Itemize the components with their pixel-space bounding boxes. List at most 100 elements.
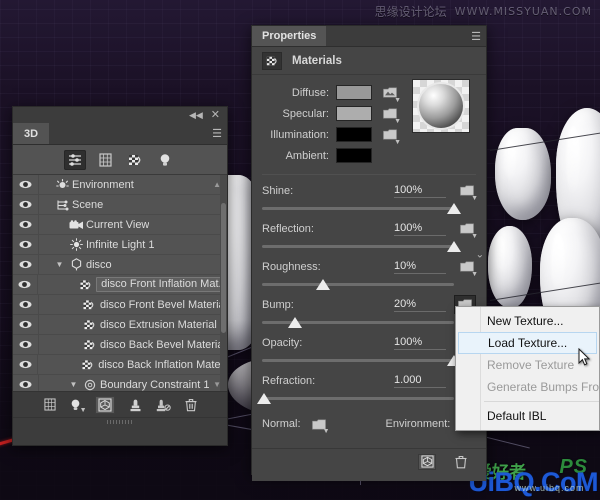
properties-panel: Properties ☰ Materials ⌄ Diffuse: ▼ Spec…: [251, 25, 487, 481]
slider-thumb[interactable]: [287, 317, 302, 328]
folder-icon[interactable]: ▼: [381, 127, 401, 146]
color-row-label: Ambient:: [285, 149, 329, 162]
folder-icon[interactable]: ▼: [458, 221, 478, 240]
slider-value-field[interactable]: 100%: [394, 184, 446, 198]
eye-icon: [19, 320, 32, 329]
slider-thumb[interactable]: [256, 393, 271, 404]
list-item[interactable]: Scene: [13, 195, 227, 215]
caret-down-icon: ▼: [322, 428, 330, 435]
3d-scene-list[interactable]: Environment ▲ Scene Current View Infinite Li…: [13, 175, 227, 391]
render-button[interactable]: [94, 395, 115, 414]
slider-thumb[interactable]: [447, 241, 461, 252]
visibility-toggle[interactable]: [13, 315, 39, 334]
delete-button[interactable]: [452, 454, 470, 470]
hamburger-menu-icon[interactable]: ☰: [466, 26, 486, 46]
folder-icon[interactable]: ▼: [458, 183, 478, 202]
scene-icon: [56, 199, 69, 211]
visibility-toggle[interactable]: [13, 195, 39, 214]
hamburger-menu-icon[interactable]: ☰: [207, 123, 227, 144]
color-swatch[interactable]: [336, 85, 372, 100]
chevron-down-icon[interactable]: ▼: [67, 380, 80, 389]
slider-value-field[interactable]: 100%: [394, 222, 446, 236]
scrollbar-thumb[interactable]: [221, 203, 226, 333]
materials-filter-icon[interactable]: [124, 150, 146, 170]
visibility-toggle[interactable]: [13, 255, 39, 274]
slider-thumb[interactable]: [447, 203, 461, 214]
visibility-toggle[interactable]: [13, 175, 39, 194]
list-item[interactable]: disco Extrusion Material: [13, 315, 227, 335]
ground-shadow-button[interactable]: [129, 398, 142, 412]
tab-3d[interactable]: 3D: [13, 123, 51, 144]
tab-properties[interactable]: Properties: [252, 26, 327, 46]
slider-track-area[interactable]: [256, 392, 476, 406]
properties-body: ⌄ Diffuse: ▼ Specular: ▼ Illumination: ▼ Ambie…: [252, 75, 486, 435]
slider-value-field[interactable]: 20%: [394, 298, 446, 312]
list-item[interactable]: Infinite Light 1: [13, 235, 227, 255]
slider-track-area[interactable]: [262, 240, 476, 254]
close-icon[interactable]: ✕: [211, 109, 220, 121]
slider-track-area[interactable]: [262, 278, 476, 292]
texture-loaded-icon[interactable]: ▼: [381, 85, 401, 104]
folder-icon[interactable]: ▼: [458, 259, 478, 278]
slider-value-field[interactable]: 100%: [394, 336, 446, 350]
eye-icon: [19, 380, 32, 389]
material-icon: [80, 299, 100, 311]
render-button[interactable]: [418, 453, 436, 470]
delete-button[interactable]: [185, 398, 197, 412]
caret-down-icon: ▼: [471, 232, 478, 240]
list-item[interactable]: Current View: [13, 215, 227, 235]
slider-thumb[interactable]: [316, 279, 331, 290]
3d-list-scrollbar[interactable]: [220, 175, 227, 391]
menu-item[interactable]: New Texture...: [456, 310, 599, 332]
menu-item: Generate Bumps From Diffuse: [487, 380, 600, 394]
visibility-toggle[interactable]: [13, 355, 39, 374]
slider-track-area[interactable]: [262, 354, 476, 368]
list-item[interactable]: ▼ Boundary Constraint 1 ▼: [13, 375, 227, 391]
folder-icon[interactable]: ▼: [381, 106, 401, 125]
mesh-filter-icon[interactable]: [94, 150, 116, 170]
scene-filter-icon[interactable]: [64, 149, 86, 170]
normal-row: Normal: ▼ Environment:: [262, 413, 476, 435]
list-item[interactable]: ▼ disco: [13, 255, 227, 275]
menu-item[interactable]: Default IBL: [456, 405, 599, 427]
visibility-toggle[interactable]: [13, 235, 39, 254]
visibility-toggle[interactable]: [13, 215, 39, 234]
double-chevron-left-icon[interactable]: ◀◀: [189, 110, 203, 120]
list-item[interactable]: Environment ▲: [13, 175, 227, 195]
color-row-label: Specular:: [282, 107, 329, 120]
constraint-icon: [84, 379, 96, 391]
add-mesh-button[interactable]: [43, 398, 56, 411]
caret-down-icon[interactable]: ▼: [80, 407, 87, 414]
add-light-button[interactable]: ▼: [70, 398, 87, 414]
material-icon: [80, 339, 100, 351]
color-swatch[interactable]: [336, 127, 372, 142]
slider-value-field[interactable]: 10%: [394, 260, 446, 274]
material-icon: [82, 359, 95, 371]
properties-resize-grip[interactable]: [252, 474, 486, 481]
visibility-toggle[interactable]: [13, 275, 38, 294]
watermark-top-cn: 思缘设计论坛: [374, 5, 447, 19]
slider-track-area[interactable]: [262, 316, 476, 330]
list-item[interactable]: disco Front Inflation Mat...: [13, 275, 227, 295]
slider-track-area[interactable]: [262, 202, 476, 216]
chevron-down-icon[interactable]: ▼: [53, 260, 66, 269]
slider-value-field[interactable]: 1.000: [394, 374, 446, 388]
folder-icon[interactable]: ▼: [310, 416, 330, 435]
properties-header: Materials: [252, 47, 486, 75]
remove-ground-shadow-button[interactable]: [156, 398, 171, 412]
panel-resize-grip[interactable]: [13, 417, 227, 425]
normal-label: Normal:: [262, 418, 301, 430]
list-item[interactable]: disco Back Inflation Mate...: [13, 355, 227, 375]
material-preview-sphere[interactable]: [412, 79, 470, 133]
chevron-down-icon[interactable]: ⌄: [476, 250, 484, 261]
color-swatch[interactable]: [336, 148, 372, 163]
lights-filter-icon[interactable]: [154, 150, 176, 170]
visibility-toggle[interactable]: [13, 335, 39, 354]
menu-item[interactable]: Load Texture...: [458, 332, 597, 354]
visibility-toggle[interactable]: [13, 295, 39, 314]
list-item[interactable]: disco Front Bevel Material: [13, 295, 227, 315]
material-color-row: Ambient:: [262, 145, 476, 166]
visibility-toggle[interactable]: [13, 375, 39, 391]
list-item[interactable]: disco Back Bevel Material: [13, 335, 227, 355]
color-swatch[interactable]: [336, 106, 372, 121]
